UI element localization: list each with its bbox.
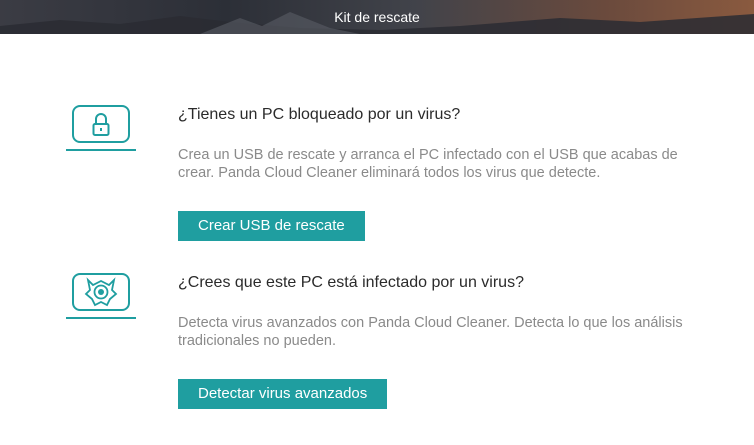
rescue-usb-description: Crea un USB de rescate y arranca el PC i… <box>178 147 678 181</box>
lock-icon <box>66 104 136 152</box>
advanced-virus-title: ¿Crees que este PC está infectado por un… <box>178 274 524 291</box>
header-title: Kit de rescate <box>334 9 420 25</box>
virus-target-icon <box>66 272 136 320</box>
detect-advanced-virus-button[interactable]: Detectar virus avanzados <box>178 379 388 409</box>
advanced-virus-description: Detecta virus avanzados con Panda Cloud … <box>178 315 683 349</box>
rescue-usb-title: ¿Tienes un PC bloqueado por un virus? <box>178 106 461 123</box>
create-rescue-usb-button[interactable]: Crear USB de rescate <box>178 211 365 241</box>
window-header: Kit de rescate <box>0 0 754 34</box>
